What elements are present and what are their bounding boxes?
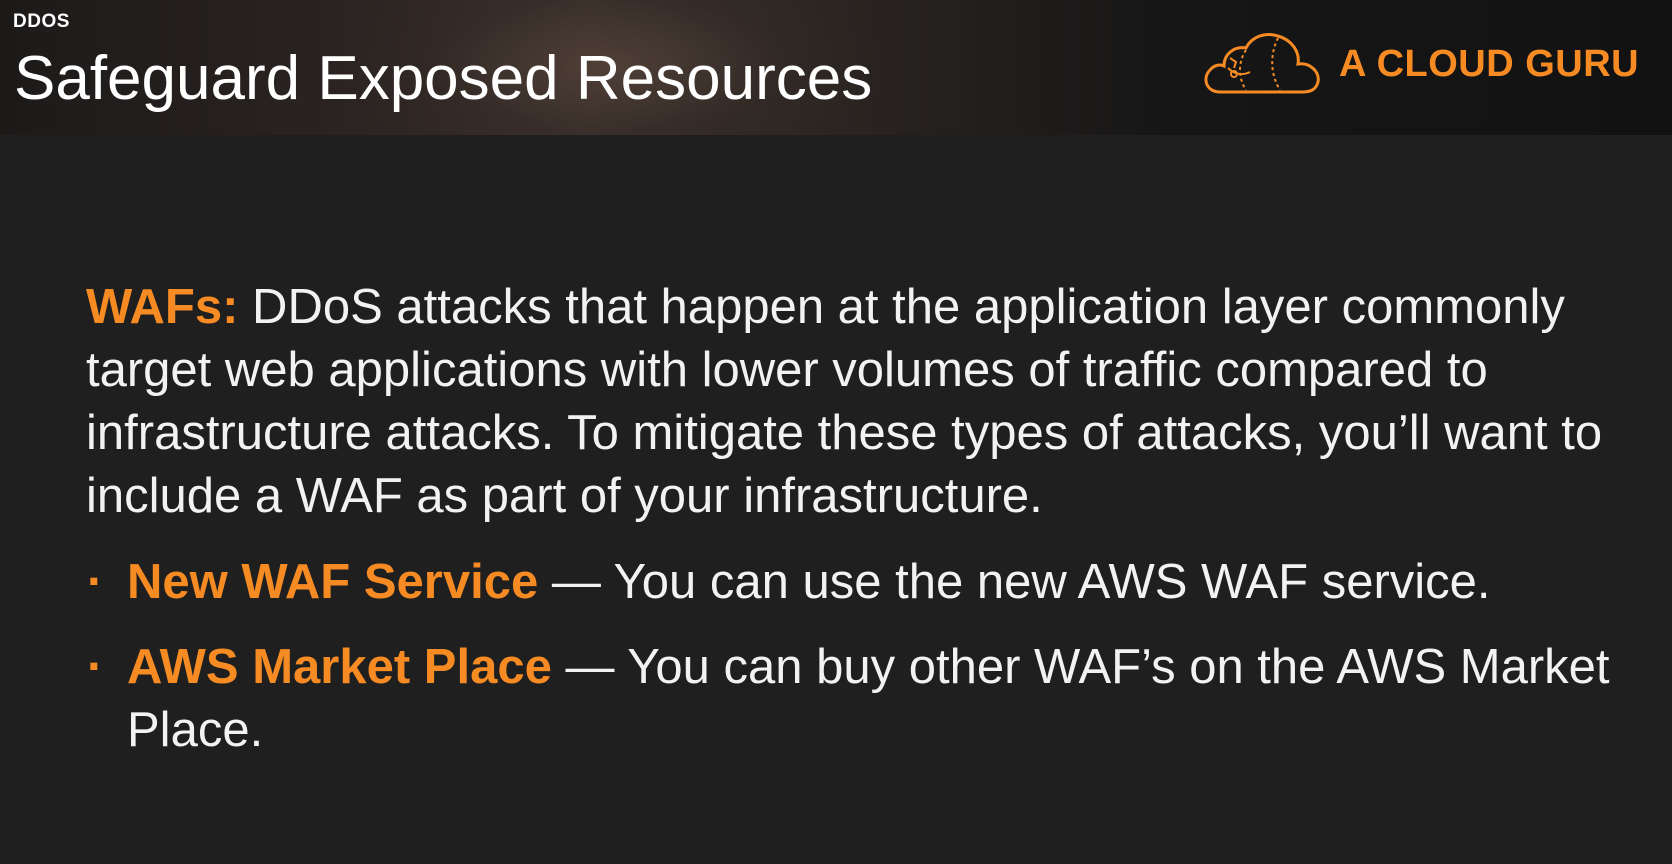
slide-body: WAFs: DDoS attacks that happen at the ap… — [86, 276, 1646, 784]
intro-paragraph: WAFs: DDoS attacks that happen at the ap… — [86, 276, 1646, 528]
header-bar: DDOS Safeguard Exposed Resources A CLOUD… — [0, 0, 1672, 135]
brand-name: A CLOUD GURU — [1339, 42, 1640, 85]
bullet-list: · New WAF Service — You can use the new A… — [86, 551, 1646, 762]
bullet-label: AWS Market Place — [127, 640, 552, 694]
list-item: · New WAF Service — You can use the new A… — [86, 551, 1646, 614]
intro-text: DDoS attacks that happen at the applicat… — [86, 280, 1603, 523]
bullet-icon: · — [87, 555, 104, 609]
bullet-label: New WAF Service — [127, 555, 539, 609]
bullet-icon: · — [87, 640, 104, 694]
intro-label: WAFs: — [86, 280, 239, 334]
slide: DDOS Safeguard Exposed Resources A CLOUD… — [0, 0, 1672, 864]
cloud-logo-icon — [1204, 33, 1320, 94]
brand-logo: A CLOUD GURU — [1200, 28, 1639, 100]
bullet-text: — You can use the new AWS WAF service. — [538, 555, 1491, 609]
list-item: · AWS Market Place — You can buy other WA… — [86, 636, 1646, 762]
section-tag: DDOS — [13, 11, 70, 32]
page-title: Safeguard Exposed Resources — [14, 44, 873, 113]
